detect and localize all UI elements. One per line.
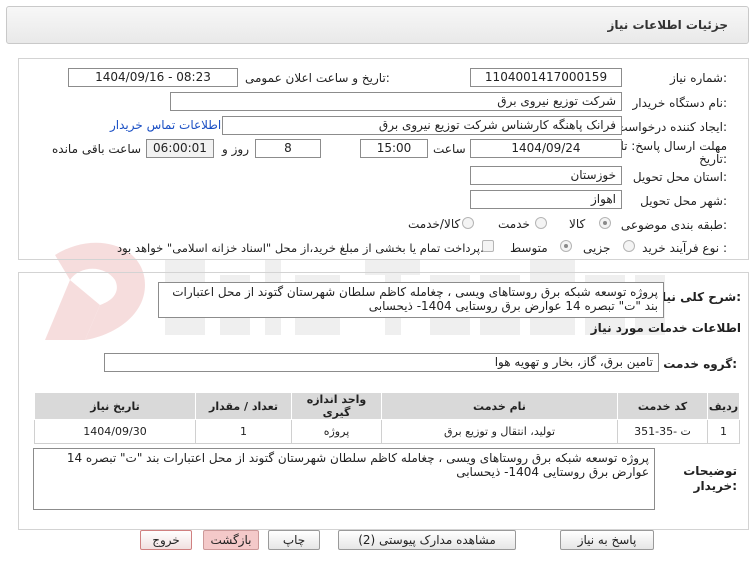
services-section-title: اطلاعات خدمات مورد نیاز (590, 321, 741, 335)
cell-unit: پروژه (291, 419, 382, 444)
process-radio-medium[interactable] (560, 240, 572, 252)
city-field[interactable]: اهواز (470, 190, 622, 209)
announce-field[interactable]: 1404/09/16 - 08:23 (68, 68, 238, 87)
contact-buyer-link[interactable]: اطلاعات تماس خریدار (110, 118, 221, 132)
table-row[interactable]: 1 ت -35-351 تولید، انتقال و توزیع برق پر… (34, 419, 740, 444)
cell-service-name: تولید، انتقال و توزیع برق (381, 419, 618, 444)
category-radio-service[interactable] (535, 217, 547, 229)
buyer-notes-label: توضیحات (683, 464, 737, 478)
payment-note: پرداخت تمام یا بخشی از مبلغ خرید،از محل … (117, 241, 484, 255)
remaining-time-field: 06:00:01 (146, 139, 214, 158)
days-label: روز و (222, 142, 249, 156)
services-table: ردیف کد خدمت نام خدمت واحد اندازه گیری ت… (34, 392, 740, 444)
page-header: جزئیات اطلاعات نیاز (6, 6, 749, 44)
process-option-medium: متوسط (510, 241, 548, 255)
category-label: طبقه بندی موضوعی: (620, 218, 727, 232)
need-number-field[interactable]: 1104001417000159 (470, 68, 622, 87)
col-unit: واحد اندازه گیری (291, 392, 382, 420)
deadline-date-label: تاریخ: (699, 152, 727, 166)
buyer-notes-textarea[interactable]: پروژه توسعه شبکه برق روستاهای ویسی ، چغا… (33, 448, 655, 510)
summary-textarea[interactable]: پروژه توسعه شبکه برق روستاهای ویسی ، چغا… (158, 282, 664, 318)
back-button[interactable]: بازگشت (203, 530, 259, 550)
col-need-date: تاریخ نیاز (34, 392, 196, 420)
category-option-service: خدمت (498, 217, 530, 231)
process-option-minor: جزیی (583, 241, 611, 255)
cell-need-date: 1404/09/30 (34, 419, 196, 444)
deadline-time-field[interactable]: 15:00 (360, 139, 428, 158)
payment-checkbox[interactable] (482, 240, 494, 252)
col-quantity: تعداد / مقدار (195, 392, 292, 420)
category-radio-both[interactable] (462, 217, 474, 229)
process-label: نوع فرآیند خرید : (642, 241, 727, 255)
col-row-number: ردیف (707, 392, 740, 420)
days-field[interactable]: 8 (255, 139, 321, 158)
exit-button[interactable]: خروج (140, 530, 192, 550)
category-radio-goods[interactable] (599, 217, 611, 229)
deadline-time-label: ساعت (433, 142, 466, 156)
city-label: شهر محل تحویل: (640, 194, 727, 208)
province-field[interactable]: خوزستان (470, 166, 622, 185)
creator-field[interactable]: فرانک پاهنگه کارشناس شرکت توزیع نیروی بر… (222, 116, 622, 135)
page-title: جزئیات اطلاعات نیاز (607, 18, 728, 32)
col-service-name: نام خدمت (381, 392, 618, 420)
buyer-org-field[interactable]: شرکت توزیع نیروی برق (170, 92, 622, 111)
remaining-time-label: ساعت باقی مانده (52, 142, 142, 156)
cell-service-code: ت -35-351 (617, 419, 708, 444)
deadline-date-field[interactable]: 1404/09/24 (470, 139, 622, 158)
service-group-field[interactable]: تامین برق، گاز، بخار و تهویه هوا (104, 353, 659, 372)
announce-label: تاریخ و ساعت اعلان عمومی: (245, 71, 390, 85)
need-number-label: شماره نیاز: (669, 71, 727, 85)
summary-label: شرح کلی نیاز: (655, 290, 741, 304)
service-group-label: گروه خدمت: (663, 357, 737, 371)
process-radio-minor[interactable] (623, 240, 635, 252)
attachments-button[interactable]: مشاهده مدارک پیوستی (2) (338, 530, 516, 550)
cell-quantity: 1 (195, 419, 292, 444)
buyer-org-label: نام دستگاه خریدار: (632, 96, 728, 110)
category-option-goods: کالا (569, 217, 586, 231)
print-button[interactable]: چاپ (268, 530, 320, 550)
table-header-row: ردیف کد خدمت نام خدمت واحد اندازه گیری ت… (34, 392, 740, 420)
reply-button[interactable]: پاسخ به نیاز (560, 530, 654, 550)
deadline-label: مهلت ارسال پاسخ: تا (620, 139, 727, 153)
col-service-code: کد خدمت (617, 392, 708, 420)
buyer-notes-label-2: خریدار: (693, 479, 737, 493)
category-option-both: کالا/خدمت (408, 217, 461, 231)
province-label: استان محل تحویل: (632, 170, 727, 184)
cell-row-number: 1 (707, 419, 740, 444)
creator-label: ایجاد کننده درخواست: (616, 120, 727, 134)
